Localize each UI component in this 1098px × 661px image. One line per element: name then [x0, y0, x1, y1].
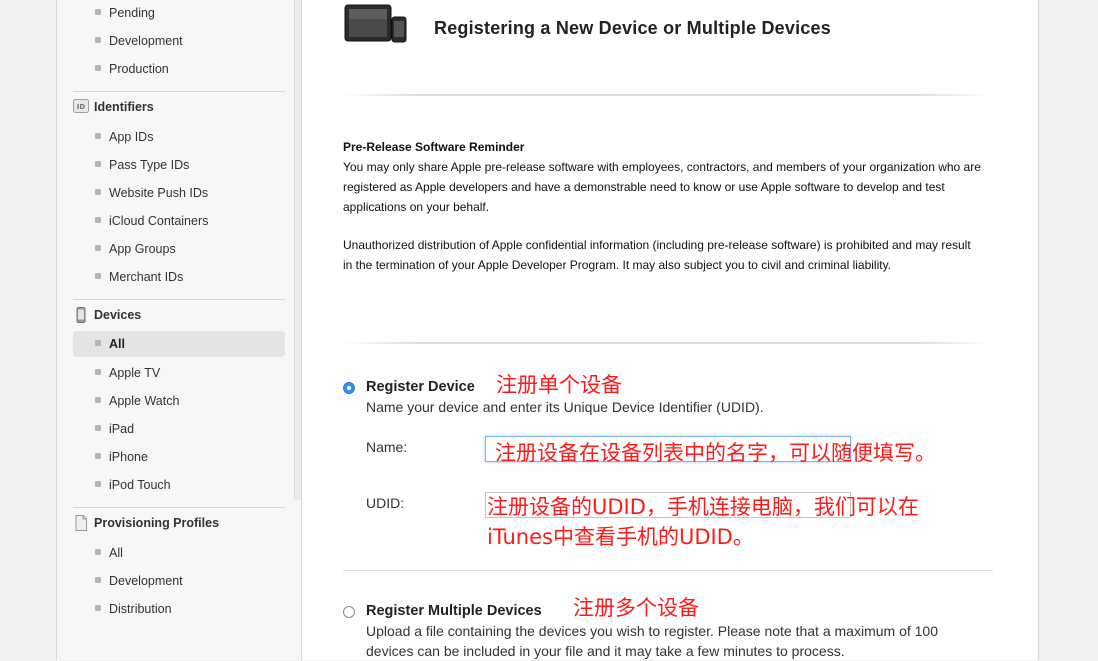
register-device-description: Name your device and enter its Unique De…: [366, 399, 764, 415]
sidebar-item-merchant-ids[interactable]: Merchant IDs: [73, 264, 285, 290]
sidebar-item-apple-tv[interactable]: Apple TV: [73, 360, 285, 386]
bullet-icon: [95, 549, 101, 555]
sidebar-separator: [73, 507, 285, 508]
bullet-icon: [95, 9, 101, 15]
annotation-name-hint: 注册设备在设备列表中的名字，可以随便填写。: [495, 441, 936, 465]
sidebar-item-profiles-all[interactable]: All: [73, 540, 285, 566]
name-field-label: Name:: [366, 439, 408, 455]
phone-device-icon: [73, 307, 89, 326]
register-multiple-description: Upload a file containing the devices you…: [366, 623, 938, 659]
sidebar-item-ipad[interactable]: iPad: [73, 416, 285, 442]
register-multiple-radio[interactable]: [343, 606, 355, 618]
bullet-icon: [95, 245, 101, 251]
bullet-icon: [95, 273, 101, 279]
sidebar-item-pass-type-ids[interactable]: Pass Type IDs: [73, 152, 285, 178]
sidebar-item-development[interactable]: Development: [73, 28, 285, 54]
sidebar-scrollbar[interactable]: [294, 0, 301, 500]
notice-title: Pre-Release Software Reminder: [343, 140, 525, 154]
annotation-register-multiple: 注册多个设备: [573, 596, 699, 620]
sidebar-item-icloud-containers[interactable]: iCloud Containers: [73, 208, 285, 234]
sidebar-section-devices[interactable]: Devices: [73, 305, 285, 327]
sidebar-item-website-push-ids[interactable]: Website Push IDs: [73, 180, 285, 206]
bullet-icon: [95, 425, 101, 431]
annotation-udid-hint-line1: 注册设备的UDID，手机连接电脑，我们可以在: [487, 495, 919, 519]
sidebar-separator: [73, 299, 285, 300]
bullet-icon: [95, 340, 101, 346]
page-title: Registering a New Device or Multiple Dev…: [434, 18, 831, 38]
sidebar-item-pending[interactable]: Pending: [73, 0, 285, 26]
sidebar: Pending Development Production ID Identi…: [57, 0, 302, 660]
svg-text:ID: ID: [77, 103, 86, 111]
register-device-title: Register Device: [366, 379, 475, 395]
sidebar-section-provisioning-profiles[interactable]: Provisioning Profiles: [73, 513, 285, 535]
sidebar-item-apple-watch[interactable]: Apple Watch: [73, 388, 285, 414]
register-device-radio[interactable]: [343, 382, 355, 394]
sidebar-item-profiles-development[interactable]: Development: [73, 568, 285, 594]
sidebar-item-app-ids[interactable]: App IDs: [73, 124, 285, 150]
sidebar-section-identifiers[interactable]: ID Identifiers: [73, 97, 285, 119]
bullet-icon: [95, 37, 101, 43]
document-icon: [73, 515, 89, 534]
register-multiple-title: Register Multiple Devices: [366, 603, 542, 619]
bullet-icon: [95, 397, 101, 403]
bullet-icon: [95, 453, 101, 459]
notice-paragraph-2: Unauthorized distribution of Apple confi…: [343, 238, 971, 272]
bullet-icon: [95, 577, 101, 583]
ipad-iphone-icon: [344, 4, 408, 49]
bullet-icon: [95, 161, 101, 167]
sidebar-item-ipod-touch[interactable]: iPod Touch: [73, 472, 285, 498]
annotation-udid-hint-line2: iTunes中查看手机的UDID。: [487, 525, 754, 549]
sidebar-item-profiles-distribution[interactable]: Distribution: [73, 596, 285, 622]
bullet-icon: [95, 481, 101, 487]
notice-paragraph-1: You may only share Apple pre-release sof…: [343, 160, 981, 214]
developer-portal-page: Pending Development Production ID Identi…: [56, 0, 1039, 660]
id-badge-icon: ID: [73, 99, 89, 116]
annotation-register-single: 注册单个设备: [496, 373, 622, 397]
option-divider: [343, 570, 993, 571]
section-divider: [342, 342, 992, 344]
main-content: Registering a New Device or Multiple Dev…: [302, 0, 1038, 660]
bullet-icon: [95, 369, 101, 375]
bullet-icon: [95, 133, 101, 139]
bullet-icon: [95, 605, 101, 611]
sidebar-item-app-groups[interactable]: App Groups: [73, 236, 285, 262]
sidebar-item-iphone[interactable]: iPhone: [73, 444, 285, 470]
sidebar-item-production[interactable]: Production: [73, 56, 285, 82]
bullet-icon: [95, 217, 101, 223]
section-divider: [342, 94, 992, 96]
bullet-icon: [95, 189, 101, 195]
bullet-icon: [95, 65, 101, 71]
sidebar-separator: [73, 91, 285, 92]
sidebar-item-devices-all[interactable]: All: [73, 331, 285, 357]
udid-field-label: UDID:: [366, 495, 405, 511]
